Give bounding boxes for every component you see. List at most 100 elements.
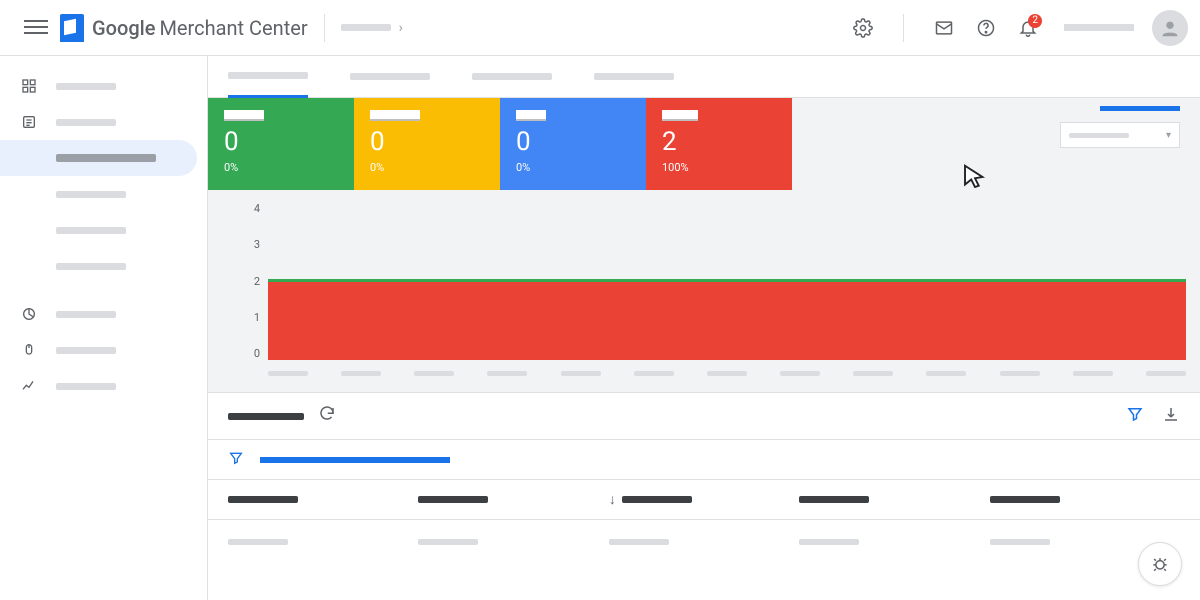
sidebar-item-products[interactable] — [0, 104, 207, 140]
sidebar-item-analytics[interactable] — [0, 368, 207, 404]
card-label — [516, 110, 546, 121]
y-tick: 3 — [240, 238, 260, 251]
tab-label — [228, 72, 308, 79]
card-label — [224, 110, 264, 121]
chart-container: 4 3 2 1 0 — [222, 202, 1186, 380]
sidebar-item-growth[interactable] — [0, 332, 207, 368]
card-percent: 100% — [662, 161, 776, 174]
tab-label — [594, 73, 674, 80]
column-label — [228, 496, 298, 503]
mouse-icon — [20, 341, 38, 359]
status-card-disapproved[interactable]: 2 100% — [646, 98, 792, 190]
column-header-4[interactable] — [799, 496, 989, 503]
feedback-button[interactable] — [1138, 542, 1182, 586]
account-name[interactable] — [1064, 24, 1134, 31]
divider — [903, 14, 904, 42]
sidebar-item-diagnostics[interactable] — [0, 140, 197, 176]
y-tick: 1 — [240, 311, 260, 324]
column-header-3[interactable]: ↓ — [609, 491, 799, 508]
brand-text: Google — [92, 16, 155, 40]
sidebar-item-sub-2[interactable] — [0, 176, 207, 212]
sidebar-item-sub-4[interactable] — [0, 248, 207, 284]
column-header-2[interactable] — [418, 496, 608, 503]
x-tick — [341, 371, 381, 376]
list-icon — [20, 113, 38, 131]
toolbar-title — [228, 413, 304, 420]
cell — [418, 539, 478, 545]
tab-3[interactable] — [472, 56, 552, 98]
table-toolbar — [208, 392, 1200, 440]
sidebar-label — [56, 83, 116, 90]
sidebar-item-overview[interactable] — [0, 68, 207, 104]
status-card-pending[interactable]: 0 0% — [354, 98, 500, 190]
menu-icon[interactable] — [24, 16, 48, 40]
x-tick — [926, 371, 966, 376]
merchant-logo-icon — [60, 14, 84, 42]
column-label — [990, 496, 1060, 503]
chart-series-red — [268, 281, 1186, 360]
person-icon — [1159, 17, 1181, 39]
refresh-icon — [318, 405, 336, 423]
y-tick: 0 — [240, 347, 260, 360]
notification-badge: 2 — [1028, 14, 1042, 28]
x-tick — [487, 371, 527, 376]
x-tick — [1146, 371, 1186, 376]
sidebar-item-sub-3[interactable] — [0, 212, 207, 248]
x-tick — [1073, 371, 1113, 376]
pie-icon — [20, 305, 38, 323]
dashboard-panel: 0 0% 0 0% 0 0% 2 100% — [208, 98, 1200, 392]
card-percent: 0% — [516, 161, 630, 174]
cell — [228, 539, 288, 545]
help-icon — [976, 18, 996, 38]
x-tick — [707, 371, 747, 376]
status-card-active[interactable]: 0 0% — [208, 98, 354, 190]
product-text: Merchant Center — [159, 16, 307, 40]
avatar[interactable] — [1152, 10, 1188, 46]
filter-button[interactable] — [1126, 405, 1144, 427]
cell — [609, 539, 669, 545]
download-button[interactable] — [1162, 405, 1180, 427]
funnel-icon — [1126, 405, 1144, 423]
column-header-5[interactable] — [990, 496, 1180, 503]
chevron-right-icon: › — [399, 20, 403, 36]
sort-desc-icon: ↓ — [609, 491, 616, 508]
table-header: ↓ — [208, 480, 1200, 520]
filter-chip — [260, 457, 450, 463]
tab-2[interactable] — [350, 56, 430, 98]
y-tick: 4 — [240, 202, 260, 215]
dashboard-icon — [20, 77, 38, 95]
sidebar-label — [56, 347, 116, 354]
sidebar-label — [56, 311, 116, 318]
filter-bar[interactable] — [208, 440, 1200, 480]
column-label — [622, 496, 692, 503]
download-icon — [1162, 405, 1180, 423]
table-row[interactable] — [208, 520, 1200, 564]
card-percent: 0% — [370, 161, 484, 174]
status-card-expiring[interactable]: 0 0% — [500, 98, 646, 190]
refresh-button[interactable] — [318, 405, 336, 427]
mail-button[interactable] — [926, 10, 962, 46]
settings-button[interactable] — [845, 10, 881, 46]
breadcrumb[interactable]: › — [341, 20, 411, 36]
sidebar-label — [56, 119, 116, 126]
x-tick — [853, 371, 893, 376]
help-button[interactable] — [968, 10, 1004, 46]
cell — [799, 539, 859, 545]
y-tick: 2 — [240, 275, 260, 288]
x-tick — [780, 371, 820, 376]
chevron-down-icon: ▾ — [1166, 130, 1171, 141]
x-axis — [268, 371, 1186, 376]
tab-1[interactable] — [228, 56, 308, 98]
date-range-dropdown[interactable]: ▾ — [1060, 122, 1180, 148]
x-tick — [561, 371, 601, 376]
notifications-button[interactable]: 2 — [1010, 10, 1046, 46]
main-content: 0 0% 0 0% 0 0% 2 100% — [208, 56, 1200, 600]
app-title[interactable]: Google Merchant Center — [92, 16, 308, 40]
plot-area — [268, 202, 1186, 360]
sidebar-item-performance[interactable] — [0, 296, 207, 332]
chart-tab-indicator — [1100, 106, 1180, 111]
tab-4[interactable] — [594, 56, 674, 98]
column-header-1[interactable] — [228, 496, 418, 503]
app-header: Google Merchant Center › 2 — [0, 0, 1200, 56]
mail-icon — [934, 18, 954, 38]
